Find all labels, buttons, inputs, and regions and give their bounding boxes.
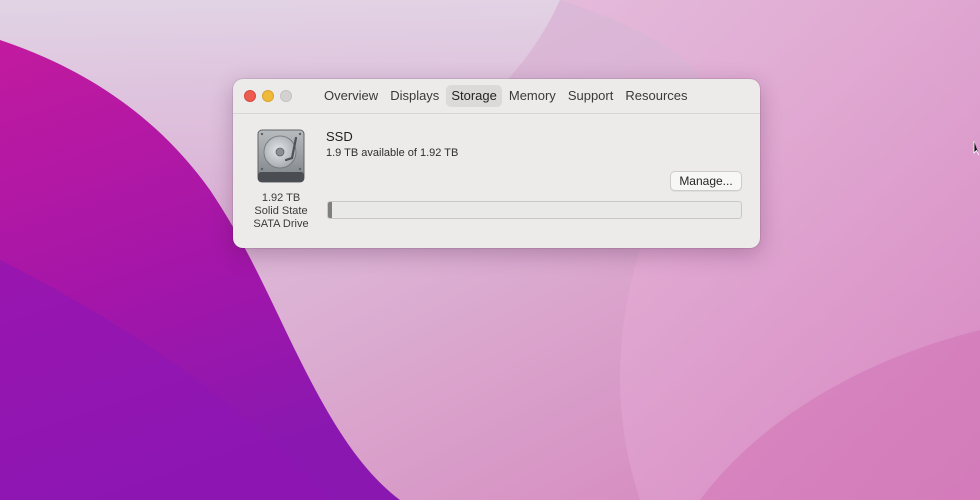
tab-overview[interactable]: Overview xyxy=(319,85,383,107)
minimize-window-button[interactable] xyxy=(262,90,274,102)
drive-availability: 1.9 TB available of 1.92 TB xyxy=(326,147,459,159)
zoom-window-button[interactable] xyxy=(280,90,292,102)
manage-button[interactable]: Manage... xyxy=(670,171,742,191)
tab-memory[interactable]: Memory xyxy=(504,85,561,107)
mouse-cursor-icon xyxy=(973,141,980,156)
hard-drive-icon xyxy=(257,129,305,183)
drive-name: SSD xyxy=(326,129,353,144)
storage-panel: 1.92 TB Solid State SATA Drive SSD 1.9 T… xyxy=(233,114,760,248)
tab-displays[interactable]: Displays xyxy=(385,85,444,107)
tab-storage[interactable]: Storage xyxy=(446,85,502,107)
drive-capacity: 1.92 TB xyxy=(261,192,301,204)
drive-interface: SATA Drive xyxy=(253,218,309,230)
tab-support[interactable]: Support xyxy=(563,85,619,107)
drive-caption: 1.92 TB Solid State SATA Drive xyxy=(241,192,321,231)
desktop-wallpaper xyxy=(0,0,980,500)
close-window-button[interactable] xyxy=(244,90,256,102)
storage-usage-fill xyxy=(328,202,333,218)
tab-resources[interactable]: Resources xyxy=(620,85,692,107)
storage-usage-bar xyxy=(327,201,742,219)
system-information-window: Overview Displays Storage Memory Support… xyxy=(233,79,760,248)
drive-type: Solid State xyxy=(254,205,308,217)
window-titlebar[interactable]: Overview Displays Storage Memory Support… xyxy=(233,79,760,113)
tab-bar: Overview Displays Storage Memory Support… xyxy=(319,85,695,107)
